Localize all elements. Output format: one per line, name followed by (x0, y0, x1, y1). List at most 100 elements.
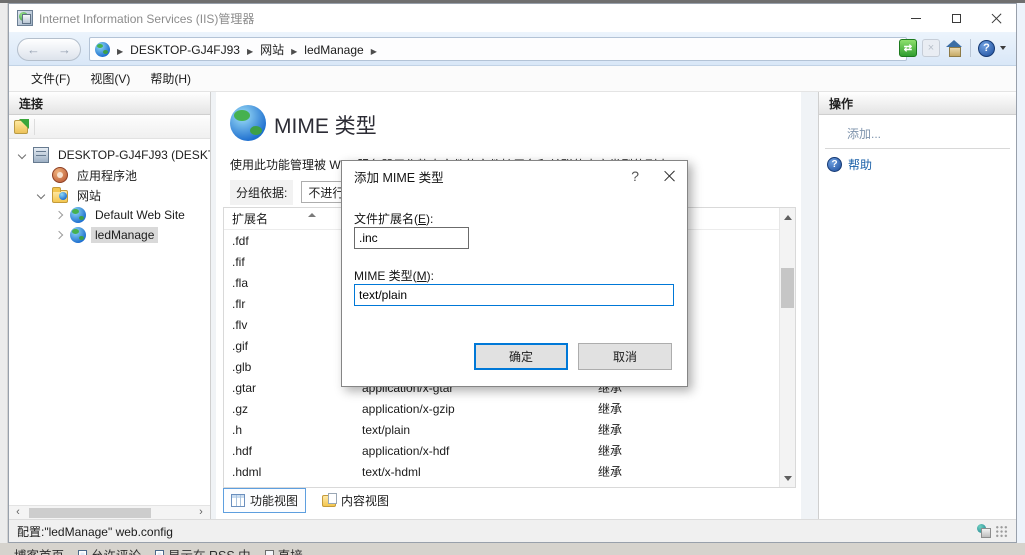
tree-item-label: ledManage (91, 227, 159, 243)
iis-app-icon (17, 10, 33, 26)
add-mime-type-dialog: 添加 MIME 类型 ? 文件扩展名(E): MIME 类型(M): 确定 取消 (341, 160, 688, 387)
tree-item-icon (70, 207, 86, 223)
home-icon[interactable] (945, 39, 963, 57)
breadcrumb-item[interactable]: 网站 (260, 43, 284, 57)
cell-extension: .hdml (232, 464, 262, 479)
cell-entry-type: 继承 (598, 444, 623, 458)
tree-item[interactable]: 应用程序池 (9, 165, 210, 185)
background-page-item: 直接 (264, 545, 303, 555)
cell-entry-type: 继承 (598, 402, 623, 416)
divider (970, 39, 971, 57)
background-page-strip: 博客首页 允许评论 显示在 RSS 中 直接 (0, 543, 1025, 555)
tree-item-icon (70, 227, 86, 243)
address-bar: ← → ▶ DESKTOP-GJ4FJ93 ▶ 网站 ▶ ledManage ▶ ⇄ × ? (9, 32, 1016, 66)
scroll-right-icon[interactable]: › (194, 506, 208, 519)
breadcrumb-separator-icon: ▶ (246, 46, 254, 56)
scroll-left-icon[interactable]: ‹ (11, 506, 25, 519)
cell-entry-type: 继承 (598, 423, 623, 437)
dialog-title-bar: 添加 MIME 类型 ? (342, 161, 687, 191)
menu-item[interactable]: 视图(V) (80, 66, 140, 91)
cell-mime-type: application/x-hdf (362, 443, 450, 458)
background-page-label: 博客首页 (14, 545, 64, 555)
help-dropdown-caret[interactable] (1000, 46, 1006, 50)
background-page-label: 允许评论 (91, 545, 141, 555)
table-row[interactable]: .gz application/x-gzip 继承 (224, 398, 779, 419)
view-tab-label: 内容视图 (341, 494, 390, 508)
cell-mime-type: text/plain (362, 422, 411, 437)
iis-status-icon (977, 524, 991, 538)
view-tabs: 功能视图 内容视图 (223, 488, 397, 513)
help-icon[interactable]: ? (978, 39, 995, 57)
cell-extension: .fif (232, 254, 245, 269)
cancel-button[interactable]: 取消 (578, 343, 672, 370)
title-bar: Internet Information Services (IIS)管理器 (9, 4, 1016, 32)
actions-panel: 操作 添加... ? 帮助 (818, 92, 1016, 519)
background-right-sliver (1017, 3, 1025, 555)
cell-extension: .flv (232, 317, 248, 332)
scroll-up-icon[interactable] (780, 209, 795, 225)
breadcrumb-item[interactable]: ledManage (304, 43, 363, 57)
group-by-label: 分组依据: (230, 179, 294, 205)
breadcrumb-separator-icon: ▶ (291, 46, 298, 56)
resize-grip[interactable] (995, 524, 1008, 538)
restart-icon[interactable]: ⇄ (899, 39, 917, 57)
window-title: Internet Information Services (IIS)管理器 (39, 11, 255, 26)
dialog-help-button[interactable]: ? (631, 168, 639, 184)
tree-item[interactable]: Default Web Site (9, 205, 210, 225)
tree-item[interactable]: ledManage (9, 225, 210, 245)
view-tab[interactable]: 功能视图 (223, 488, 307, 513)
scroll-down-icon[interactable] (780, 470, 795, 486)
sort-ascending-icon (308, 213, 316, 217)
close-button[interactable] (976, 4, 1016, 32)
table-row[interactable]: .hdf application/x-hdf 继承 (224, 440, 779, 461)
dialog-close-button[interactable] (663, 170, 675, 182)
tree-item[interactable]: 网站 (9, 185, 210, 205)
minimize-button[interactable] (896, 4, 936, 32)
background-page-item: 显示在 RSS 中 (155, 545, 251, 555)
minimize-icon (911, 17, 921, 19)
tree-expander-icon[interactable] (54, 230, 64, 240)
table-vscrollbar[interactable] (779, 208, 795, 487)
view-tab[interactable]: 内容视图 (314, 488, 397, 513)
background-page-item: 允许评论 (78, 545, 141, 555)
help-label: 帮助 (848, 158, 873, 172)
divider (825, 148, 1010, 149)
create-connection-icon[interactable] (14, 118, 29, 134)
file-extension-field[interactable] (354, 227, 469, 249)
help-action-link[interactable]: ? 帮助 (827, 156, 872, 173)
cell-extension: .hdf (232, 443, 253, 458)
tree-expander-icon[interactable] (54, 210, 64, 220)
tree-item[interactable]: DESKTOP-GJ4FJ93 (DESKTO (9, 145, 210, 165)
vscroll-thumb[interactable] (781, 268, 794, 308)
maximize-button[interactable] (936, 4, 976, 32)
ok-button[interactable]: 确定 (474, 343, 568, 370)
back-button[interactable]: ← (27, 42, 40, 57)
tree-item-icon (52, 186, 68, 203)
tree-expander-icon[interactable] (17, 150, 27, 160)
column-header-extension[interactable]: 扩展名 (224, 208, 354, 229)
add-action-link[interactable]: 添加... (847, 125, 881, 142)
hscroll-thumb[interactable] (29, 508, 151, 518)
dialog-title: 添加 MIME 类型 (354, 170, 444, 185)
cell-extension: .gif (232, 338, 249, 353)
tree-expander-icon[interactable] (36, 190, 46, 200)
menu-item[interactable]: 帮助(H) (140, 66, 201, 91)
mime-type-field[interactable] (354, 284, 674, 306)
mime-types-feature-icon (230, 105, 266, 141)
table-row[interactable]: .h text/plain 继承 (224, 419, 779, 440)
tree-item-label: 应用程序池 (77, 168, 138, 183)
tree-item-label: Default Web Site (95, 208, 185, 222)
connections-hscrollbar[interactable]: ‹ › (9, 505, 210, 519)
breadcrumb-item[interactable]: DESKTOP-GJ4FJ93 (130, 43, 240, 57)
background-page-label: 直接 (278, 545, 303, 555)
forward-button[interactable]: → (58, 42, 71, 57)
table-row[interactable]: .hdml text/x-hdml 继承 (224, 461, 779, 482)
breadcrumb[interactable]: ▶ DESKTOP-GJ4FJ93 ▶ 网站 ▶ ledManage ▶ (89, 37, 907, 61)
status-bar: 配置:"ledManage" web.config (9, 519, 1016, 542)
mime-type-label: MIME 类型(M): (354, 269, 435, 283)
checkbox-icon (78, 550, 88, 555)
cell-mime-type: text/x-hdml (362, 464, 421, 479)
connections-header: 连接 (9, 92, 210, 115)
site-globe-icon (95, 41, 110, 57)
menu-item[interactable]: 文件(F) (21, 66, 80, 91)
